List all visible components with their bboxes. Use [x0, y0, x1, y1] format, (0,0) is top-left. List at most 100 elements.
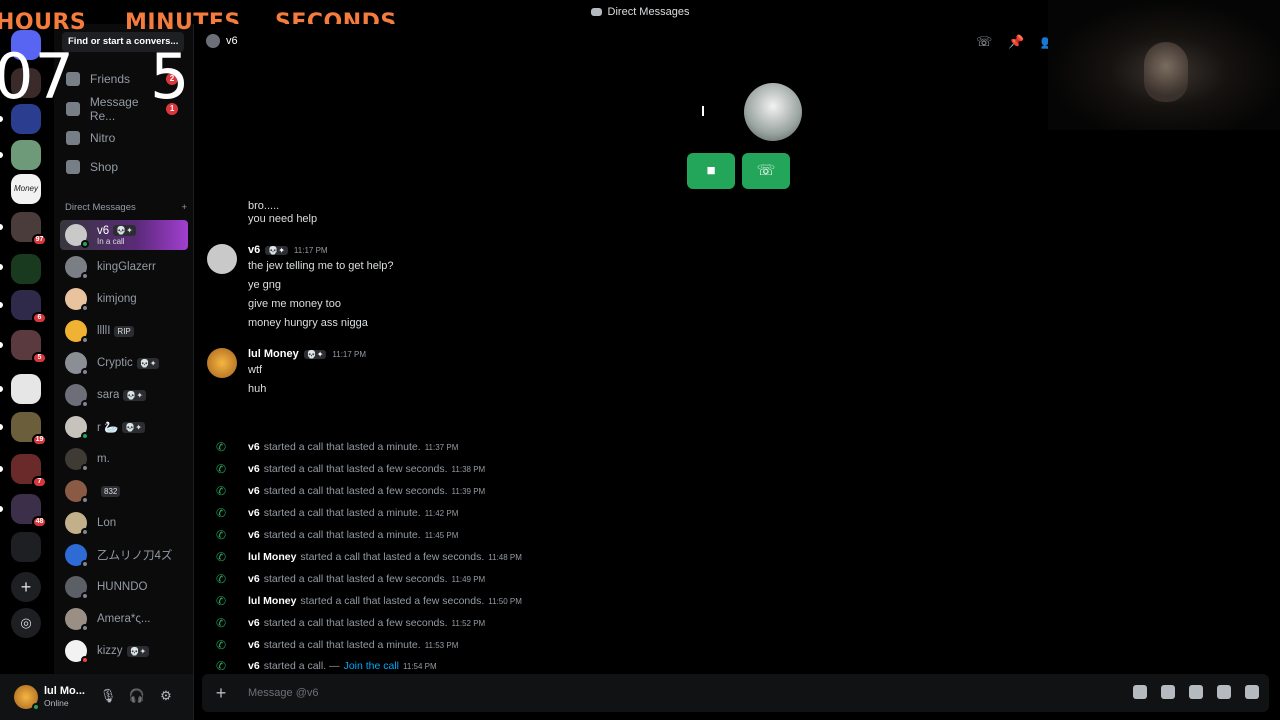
- upload-plus-icon[interactable]: +: [202, 683, 240, 704]
- dm-item[interactable]: Lon: [60, 508, 188, 538]
- timestamp: 11:17 PM: [332, 349, 367, 359]
- dm-text: Cryptic 💀✦: [97, 357, 160, 369]
- call-text: started a call that lasted a minute.: [263, 639, 421, 651]
- phone-icon[interactable]: ☏: [976, 34, 992, 50]
- status-indicator: [81, 368, 89, 376]
- dm-item[interactable]: kimjong: [60, 284, 188, 314]
- server-icon[interactable]: [11, 374, 41, 404]
- dm-item[interactable]: Cryptic 💀✦: [60, 348, 188, 378]
- emoji-icon[interactable]: [1217, 685, 1231, 699]
- add-server-button[interactable]: +: [11, 572, 41, 602]
- dm-subtext: In a call: [97, 236, 125, 246]
- dm-item[interactable]: kizzy 💀✦: [60, 636, 188, 666]
- join-call-link[interactable]: Join the call: [344, 660, 399, 670]
- search-input[interactable]: Find or start a convers...: [62, 32, 184, 52]
- call-text: started a call that lasted a minute.: [263, 507, 421, 519]
- composer-toolbar: [1133, 685, 1259, 699]
- server-folder[interactable]: 19: [11, 412, 47, 446]
- dm-text: sara 💀✦: [97, 389, 147, 401]
- friends-icon: [66, 72, 80, 86]
- message-input[interactable]: Message @v6: [248, 687, 318, 699]
- avatar[interactable]: [207, 244, 237, 274]
- avatar: [65, 224, 89, 248]
- caller-name[interactable]: lul Money: [248, 551, 296, 563]
- timestamp: 11:45 PM: [424, 530, 459, 540]
- user-info[interactable]: lul Mo... Online: [44, 685, 85, 709]
- headphones-icon[interactable]: 🎧: [128, 687, 146, 705]
- unread-pip: [0, 424, 3, 430]
- home-button[interactable]: [11, 30, 41, 60]
- avatar: [65, 576, 89, 600]
- server-icon[interactable]: [11, 104, 41, 134]
- unread-badge: 7: [32, 476, 47, 488]
- server-icon-money[interactable]: Money: [11, 174, 41, 204]
- nav-shop[interactable]: Shop: [60, 154, 188, 180]
- server-icon[interactable]: 6: [11, 290, 47, 324]
- caller-name[interactable]: v6: [248, 639, 260, 651]
- server-folder[interactable]: 48: [11, 494, 47, 528]
- dm-item[interactable]: m.: [60, 444, 188, 474]
- dm-item[interactable]: r 🦢 💀✦: [60, 412, 188, 442]
- unread-pip: [0, 264, 3, 270]
- caller-name[interactable]: v6: [248, 529, 260, 541]
- dm-item[interactable]: sara 💀✦: [60, 380, 188, 410]
- caller-name[interactable]: lul Money: [248, 595, 296, 607]
- nav-message-requests[interactable]: Message Re... 1: [60, 95, 188, 123]
- server-folder[interactable]: 5: [11, 330, 47, 364]
- caller-name[interactable]: v6: [248, 463, 260, 475]
- mouse-cursor: [702, 106, 704, 116]
- avatar[interactable]: [207, 348, 237, 378]
- caller-name[interactable]: v6: [248, 507, 260, 519]
- join-voice-button[interactable]: ☏: [742, 153, 790, 189]
- dm-item[interactable]: kingGlazerr: [60, 252, 188, 282]
- activities-icon[interactable]: [1245, 685, 1259, 699]
- settings-gear-icon[interactable]: ⚙: [157, 687, 175, 705]
- avatar: [65, 640, 89, 664]
- caller-name[interactable]: v6: [248, 617, 260, 629]
- caller-name[interactable]: v6: [248, 660, 260, 670]
- author-name[interactable]: v6: [248, 244, 260, 256]
- dm-tag: 832: [101, 485, 121, 497]
- dm-item[interactable]: llllI RIP: [60, 316, 188, 346]
- dm-item[interactable]: 乙ムリノ刀4ズ: [60, 540, 188, 570]
- server-folder[interactable]: [11, 254, 41, 284]
- server-folder[interactable]: 7: [11, 454, 47, 488]
- caller-name[interactable]: v6: [248, 441, 260, 453]
- dm-tag: 💀✦: [113, 225, 136, 236]
- microphone-icon[interactable]: 🎙: [99, 687, 117, 705]
- avatar: [65, 352, 89, 376]
- dm-item[interactable]: v6 💀✦ In a call: [60, 220, 188, 250]
- status-indicator: [81, 592, 89, 600]
- dm-item[interactable]: Amera*ς...: [60, 604, 188, 634]
- create-dm-plus-icon[interactable]: +: [181, 202, 187, 213]
- author-name[interactable]: lul Money: [248, 348, 299, 360]
- gift-icon[interactable]: [1133, 685, 1147, 699]
- sticker-icon[interactable]: [1189, 685, 1203, 699]
- server-folder[interactable]: 97: [11, 212, 47, 246]
- unread-badge: 19: [32, 434, 47, 446]
- pin-icon[interactable]: 📌: [1008, 34, 1024, 50]
- call-text: started a call that lasted a few seconds…: [263, 617, 448, 629]
- avatar: [65, 384, 89, 408]
- caller-name[interactable]: v6: [248, 485, 260, 497]
- nav-friends[interactable]: Friends 2: [60, 66, 188, 92]
- avatar[interactable]: [14, 685, 40, 711]
- unread-badge: 97: [32, 234, 47, 246]
- server-icon[interactable]: [11, 532, 41, 562]
- discover-button[interactable]: ◎: [11, 608, 41, 638]
- caller-name[interactable]: v6: [248, 573, 260, 585]
- user-panel: lul Mo... Online 🎙 🎧 ⚙: [0, 674, 193, 720]
- dm-item[interactable]: 832: [60, 476, 188, 506]
- friends-badge: 2: [166, 73, 178, 85]
- dm-name: Lon: [97, 517, 117, 529]
- gif-icon[interactable]: [1161, 685, 1175, 699]
- server-icon[interactable]: [11, 68, 41, 98]
- user-status: Online: [44, 698, 69, 708]
- call-participant-avatar[interactable]: [744, 83, 802, 141]
- window-title: Direct Messages: [607, 6, 690, 18]
- join-video-button[interactable]: ■: [687, 153, 735, 189]
- server-icon[interactable]: [11, 140, 41, 170]
- nav-nitro[interactable]: Nitro: [60, 125, 188, 151]
- avatar: [65, 320, 89, 344]
- dm-item[interactable]: HUNNDO: [60, 572, 188, 602]
